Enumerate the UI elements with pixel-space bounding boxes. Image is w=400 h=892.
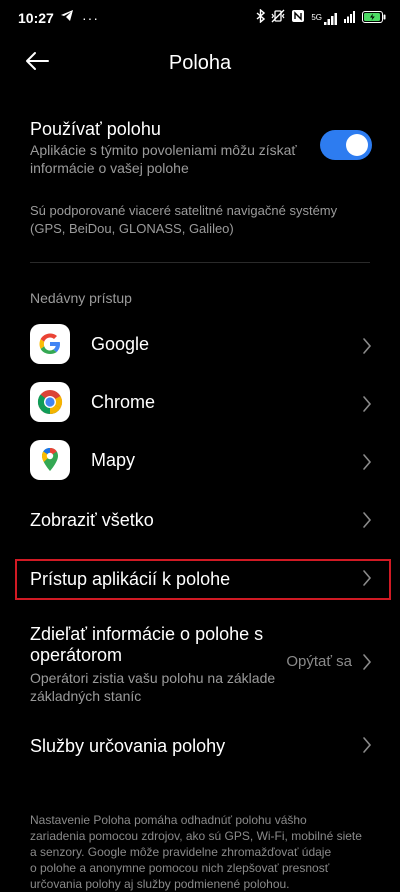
nfc-icon bbox=[291, 9, 305, 28]
app-row-maps[interactable]: Mapy bbox=[0, 434, 400, 490]
footer-line-1: Nastavenie Poloha pomáha odhadnúť polohu… bbox=[30, 813, 307, 827]
app-label-google: Google bbox=[91, 334, 150, 354]
operator-share-desc-2: základných staníc bbox=[30, 688, 142, 704]
use-location-title: Používať polohu bbox=[30, 119, 161, 139]
status-time: 10:27 bbox=[18, 10, 54, 26]
footer-line-5: určovania polohy aj služby podmienené po… bbox=[30, 877, 290, 891]
use-location-toggle[interactable] bbox=[320, 130, 372, 160]
gnss-note-1: Sú podporované viaceré satelitné navigač… bbox=[30, 203, 338, 218]
header: Poloha bbox=[0, 36, 400, 92]
footer-line-3: a senzory. Google môže pravidelne zhroma… bbox=[30, 845, 332, 859]
chevron-right-icon bbox=[362, 569, 372, 587]
app-row-google[interactable]: Google bbox=[0, 318, 400, 374]
footer-note: Nastavenie Poloha pomáha odhadnúť polohu… bbox=[30, 812, 375, 892]
show-all-row[interactable]: Zobraziť všetko bbox=[0, 496, 400, 542]
show-all-label: Zobraziť všetko bbox=[30, 510, 154, 530]
bluetooth-icon bbox=[256, 8, 266, 28]
recent-access-label: Nedávny prístup bbox=[30, 290, 132, 306]
divider bbox=[30, 262, 370, 263]
operator-share-row[interactable]: Zdieľať informácie o polohe s operátorom… bbox=[0, 620, 400, 706]
more-dots-icon: ··· bbox=[82, 10, 99, 26]
location-services-label: Služby určovania polohy bbox=[30, 736, 226, 756]
app-label-maps: Mapy bbox=[91, 450, 136, 470]
vibrate-icon bbox=[271, 9, 285, 28]
app-row-chrome[interactable]: Chrome bbox=[0, 376, 400, 432]
toggle-knob bbox=[346, 134, 368, 156]
app-access-row[interactable]: Prístup aplikácií k polohe bbox=[0, 559, 400, 600]
chrome-icon bbox=[30, 382, 70, 422]
signal-icon-2 bbox=[344, 10, 356, 28]
chevron-right-icon bbox=[362, 453, 372, 471]
gnss-note-2: (GPS, BeiDou, GLONASS, Galileo) bbox=[30, 221, 234, 236]
google-icon bbox=[30, 324, 70, 364]
chevron-right-icon bbox=[362, 337, 372, 355]
chevron-right-icon bbox=[362, 736, 372, 754]
battery-icon bbox=[362, 10, 386, 28]
use-location-desc-1: Aplikácie s týmito povoleniami môžu získ… bbox=[30, 142, 297, 158]
location-services-row[interactable]: Služby určovania polohy bbox=[0, 722, 400, 768]
app-access-label: Prístup aplikácií k polohe bbox=[30, 569, 231, 589]
chevron-right-icon bbox=[362, 653, 372, 671]
footer-line-2: zariadenia pomocou zdrojov, ako sú GPS, … bbox=[30, 829, 362, 843]
chevron-right-icon bbox=[362, 511, 372, 529]
signal-icon: 5G bbox=[311, 12, 338, 25]
chevron-right-icon bbox=[362, 395, 372, 413]
operator-share-title-1: Zdieľať informácie o polohe s bbox=[30, 624, 264, 644]
footer-line-4: o polohe a anonymne pomocou nich zlepšov… bbox=[30, 861, 330, 875]
telegram-icon bbox=[60, 9, 74, 27]
status-right-icons: 5G bbox=[256, 8, 386, 28]
operator-share-desc-1: Operátori zistia vašu polohu na základe bbox=[30, 670, 276, 686]
network-type-label: 5G bbox=[311, 12, 322, 22]
status-left-icons: ··· bbox=[60, 9, 99, 27]
use-location-desc-2: informácie o vašej polohe bbox=[30, 160, 189, 176]
operator-share-title-2: operátorom bbox=[30, 645, 123, 665]
app-label-chrome: Chrome bbox=[91, 392, 156, 412]
maps-icon bbox=[30, 440, 70, 480]
status-bar: 10:27 ··· 5G bbox=[0, 0, 400, 36]
page-title: Poloha bbox=[168, 52, 232, 74]
operator-share-value: Opýtať sa bbox=[286, 653, 352, 670]
